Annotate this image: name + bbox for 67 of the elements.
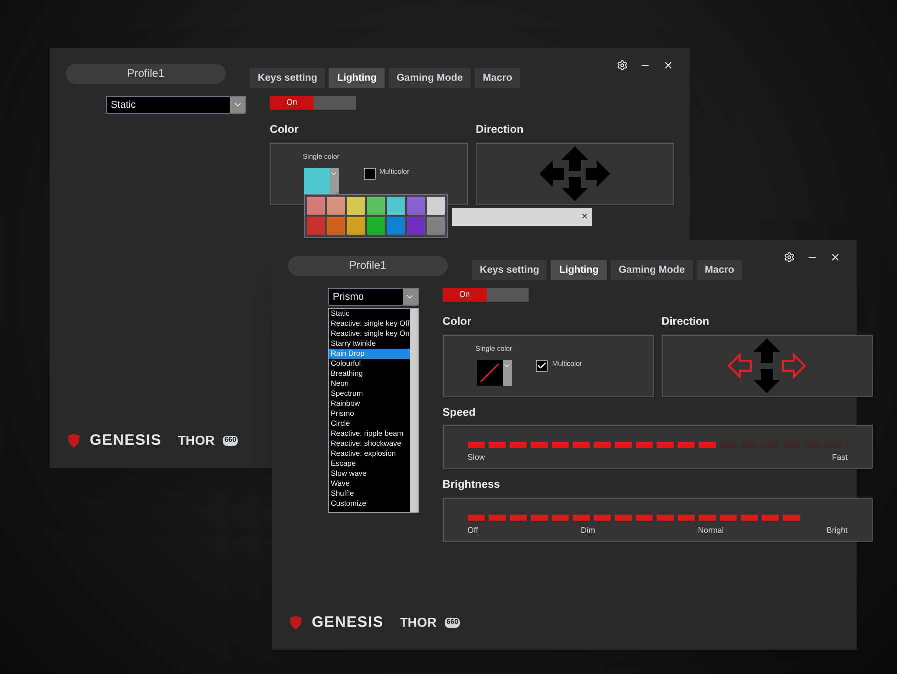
slider-label: Dim <box>581 524 596 536</box>
color-value-field[interactable]: × <box>452 208 592 226</box>
brand-name: GENESIS <box>312 612 384 632</box>
profile-name[interactable]: Profile1 <box>288 256 448 276</box>
multicolor-checkbox[interactable] <box>364 168 376 180</box>
tab[interactable]: Macro <box>697 260 742 280</box>
direction-arrow[interactable] <box>584 160 611 186</box>
scrollbar[interactable] <box>410 309 418 512</box>
no-color-swatch <box>476 360 503 386</box>
brand-name: GENESIS <box>90 430 162 450</box>
palette-swatch[interactable] <box>327 217 345 235</box>
section-title: Direction <box>476 123 525 138</box>
palette-swatch[interactable] <box>347 217 365 235</box>
tab[interactable]: Keys setting <box>472 260 548 280</box>
palette-swatch[interactable] <box>367 197 385 215</box>
slider-label: Off <box>468 524 478 536</box>
power-toggle[interactable]: On <box>270 96 356 110</box>
palette-swatch[interactable] <box>387 217 405 235</box>
section-title: Brightness <box>442 478 502 493</box>
palette-swatch[interactable] <box>307 217 325 235</box>
tab[interactable]: Keys setting <box>250 68 326 88</box>
effect-dropdown[interactable]: Prismo <box>328 288 419 306</box>
model-name: THOR <box>178 432 215 450</box>
direction-arrow[interactable] <box>562 146 588 172</box>
settings-icon[interactable] <box>784 252 795 263</box>
power-toggle[interactable]: On <box>442 288 529 302</box>
slider-label: Fast <box>832 452 848 464</box>
slider-label: Normal <box>698 524 724 536</box>
direction-arrow[interactable] <box>727 352 754 378</box>
direction-arrow[interactable] <box>781 352 808 378</box>
popup-close[interactable]: × <box>582 212 588 222</box>
tab[interactable]: Gaming Mode <box>388 68 472 88</box>
direction-arrow[interactable] <box>562 176 588 202</box>
section-title: Color <box>270 123 300 138</box>
direction-arrow[interactable] <box>539 160 566 186</box>
shield-logo-icon <box>66 432 82 449</box>
settings-icon[interactable] <box>617 60 628 71</box>
tab[interactable]: Lighting <box>329 68 385 88</box>
palette-swatch[interactable] <box>427 217 445 235</box>
close-icon[interactable] <box>663 60 674 71</box>
palette-swatch[interactable] <box>307 197 325 215</box>
profile-name[interactable]: Profile1 <box>66 64 226 84</box>
section-title: Speed <box>442 406 477 420</box>
palette-swatch[interactable] <box>407 217 425 235</box>
section-title: Color <box>442 315 473 330</box>
section-title: Direction <box>662 315 710 330</box>
tab[interactable]: Lighting <box>551 260 607 280</box>
tab[interactable]: Macro <box>475 68 520 88</box>
model-name: THOR <box>400 614 437 632</box>
palette-swatch[interactable] <box>407 197 425 215</box>
tab[interactable]: Gaming Mode <box>610 260 694 280</box>
segment-slider[interactable] <box>468 442 848 448</box>
slider-label: Bright <box>826 524 848 536</box>
palette-swatch[interactable] <box>387 197 405 215</box>
color-picker[interactable] <box>476 360 512 386</box>
color-picker[interactable] <box>304 168 339 194</box>
palette-swatch[interactable] <box>427 197 445 215</box>
multicolor-checkbox[interactable] <box>536 360 548 372</box>
shield-logo-icon <box>288 614 304 631</box>
slider-label: Slow <box>468 452 486 464</box>
close-icon[interactable] <box>830 252 841 263</box>
effect-dropdown[interactable]: Static <box>106 96 246 114</box>
direction-arrow[interactable] <box>754 368 780 394</box>
palette-swatch[interactable] <box>347 197 365 215</box>
palette-swatch[interactable] <box>367 217 385 235</box>
direction-arrow[interactable] <box>754 338 780 364</box>
palette-swatch[interactable] <box>327 197 345 215</box>
